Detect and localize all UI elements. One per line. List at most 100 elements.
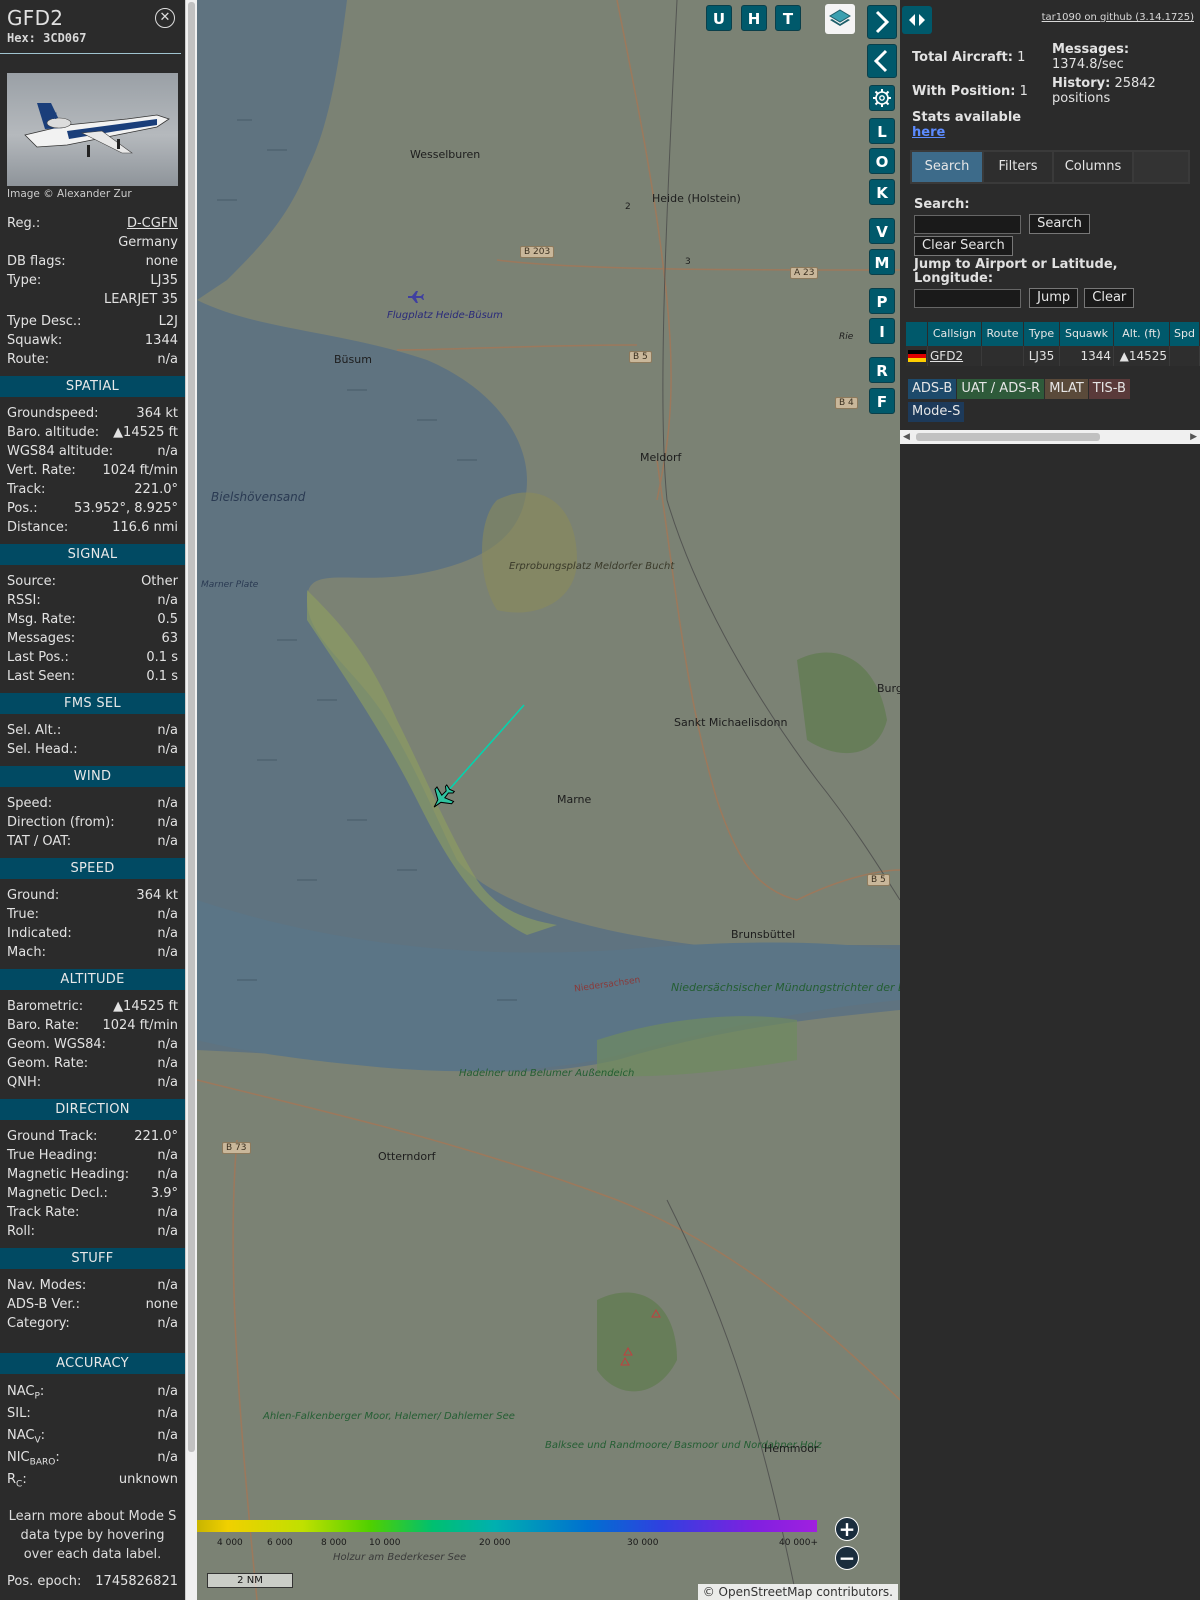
map-button-k[interactable]: K bbox=[869, 179, 895, 205]
signal-value: 0.1 s bbox=[146, 669, 178, 684]
signal-row: Msg. Rate: 0.5 bbox=[0, 610, 185, 629]
search-area: Search: Search Clear Search Jump to Airp… bbox=[914, 198, 1194, 308]
chevron-left-icon[interactable] bbox=[867, 44, 897, 78]
section-fms: FMS SEL bbox=[0, 693, 185, 714]
stuff-label: ADS-B Ver.: bbox=[7, 1297, 80, 1312]
split-arrows-icon[interactable] bbox=[902, 6, 932, 34]
info-scrollbar[interactable] bbox=[185, 0, 197, 1600]
nacp-row: NACP: n/a bbox=[0, 1381, 185, 1403]
section-speed: SPEED bbox=[0, 858, 185, 879]
zoom-in-icon[interactable]: + bbox=[835, 1517, 859, 1541]
layers-icon[interactable] bbox=[825, 4, 855, 34]
altitude-color-bar bbox=[197, 1520, 817, 1534]
search-button[interactable]: Search bbox=[1029, 214, 1090, 234]
zoom-out-icon[interactable]: − bbox=[835, 1546, 859, 1570]
nic-value: n/a bbox=[157, 1450, 178, 1465]
map-attribution[interactable]: © OpenStreetMap contributors. bbox=[697, 1584, 898, 1600]
map-button-u[interactable]: U bbox=[706, 5, 732, 31]
direction-row: Magnetic Decl.: 3.9° bbox=[0, 1184, 185, 1203]
altitude-value: n/a bbox=[157, 1056, 178, 1071]
selected-callsign: GFD2 bbox=[7, 6, 64, 30]
stats-here-link[interactable]: here bbox=[912, 125, 945, 140]
place-hemmoor: Hemmoor bbox=[764, 1442, 819, 1455]
row-callsign[interactable]: GFD2 bbox=[928, 346, 982, 366]
altitude-row: Barometric: ▲14525 ft bbox=[0, 997, 185, 1016]
direction-value: n/a bbox=[157, 1148, 178, 1163]
reg-link[interactable]: D-CGFN bbox=[127, 214, 178, 233]
aircraft-photo[interactable]: gfd bbox=[7, 73, 178, 186]
direction-label: Magnetic Heading: bbox=[7, 1167, 130, 1182]
chevron-right-icon[interactable] bbox=[867, 5, 897, 39]
road-badge-b5: B 5 bbox=[629, 351, 652, 363]
map-button-f[interactable]: F bbox=[869, 388, 895, 414]
direction-label: True Heading: bbox=[7, 1148, 98, 1163]
stuff-row: ADS-B Ver.: none bbox=[0, 1295, 185, 1314]
tab-filters[interactable]: Filters bbox=[984, 152, 1052, 182]
map-button-p[interactable]: P bbox=[869, 288, 895, 314]
spatial-label: Track: bbox=[7, 482, 46, 497]
direction-label: Ground Track: bbox=[7, 1129, 98, 1144]
clear-jump-button[interactable]: Clear bbox=[1084, 288, 1135, 308]
map-button-o[interactable]: O bbox=[869, 148, 895, 174]
place-erprobung: Erprobungsplatz Meldorfer Bucht bbox=[509, 561, 674, 572]
speed-row: True: n/a bbox=[0, 905, 185, 924]
col-squawk[interactable]: Squawk bbox=[1060, 322, 1114, 346]
wind-label: TAT / OAT: bbox=[7, 834, 72, 849]
close-icon[interactable]: ✕ bbox=[155, 8, 175, 28]
road-num-3: 3 bbox=[685, 257, 691, 267]
clear-search-button[interactable]: Clear Search bbox=[914, 236, 1013, 256]
nic-sub: BARO bbox=[29, 1457, 56, 1468]
history-stat: History: 25842 positions bbox=[1052, 76, 1192, 106]
road-num-2: 2 bbox=[625, 202, 631, 212]
table-row[interactable]: GFD2 LJ35 1344 ▲14525 bbox=[906, 346, 1200, 366]
spatial-label: Pos.: bbox=[7, 501, 38, 516]
info-scrollbar-thumb[interactable] bbox=[188, 2, 195, 1452]
reg-label: Reg.: bbox=[7, 216, 41, 231]
stuff-value: n/a bbox=[157, 1316, 178, 1331]
jump-button[interactable]: Jump bbox=[1029, 288, 1079, 308]
scroll-left-icon[interactable]: ◀ bbox=[903, 430, 910, 444]
place-mundungstrichter: Niedersächsischer Mündungstrichter der E… bbox=[671, 982, 900, 994]
map-button-v[interactable]: V bbox=[869, 218, 895, 244]
rc-text: R bbox=[7, 1472, 17, 1487]
typedesc-row: Type Desc.: L2J bbox=[0, 312, 185, 331]
map-button-t[interactable]: T bbox=[775, 5, 801, 31]
scroll-right-icon[interactable]: ▶ bbox=[1190, 430, 1197, 444]
altitude-tick-label: 10 000 bbox=[369, 1538, 401, 1548]
road-badge-b4: B 4 bbox=[835, 397, 858, 409]
table-scrollbar-thumb[interactable] bbox=[916, 433, 1100, 441]
col-altitude[interactable]: Alt. (ft) bbox=[1114, 322, 1170, 346]
map-button-h[interactable]: H bbox=[741, 5, 767, 31]
with-position-label: With Position: bbox=[912, 84, 1016, 99]
speed-label: True: bbox=[7, 907, 39, 922]
gear-icon[interactable] bbox=[869, 85, 895, 111]
map-button-m[interactable]: M bbox=[869, 249, 895, 275]
search-input[interactable] bbox=[914, 214, 1021, 234]
col-speed[interactable]: Spd bbox=[1170, 322, 1200, 346]
direction-row: Roll: n/a bbox=[0, 1222, 185, 1241]
altitude-tick-label: 30 000 bbox=[627, 1538, 659, 1548]
nic-label: NICBARO: bbox=[7, 1450, 60, 1468]
col-callsign[interactable]: Callsign bbox=[928, 322, 982, 346]
wind-value: n/a bbox=[157, 796, 178, 811]
map-button-i[interactable]: I bbox=[869, 318, 895, 344]
tab-blank[interactable] bbox=[1134, 152, 1188, 182]
place-marne: Marne bbox=[557, 793, 592, 806]
table-horizontal-scrollbar[interactable]: ◀ ▶ bbox=[900, 430, 1200, 444]
speed-label: Mach: bbox=[7, 945, 46, 960]
tab-columns[interactable]: Columns bbox=[1054, 152, 1132, 182]
altitude-label: QNH: bbox=[7, 1075, 42, 1090]
jump-input[interactable] bbox=[914, 288, 1021, 308]
col-flag[interactable] bbox=[906, 322, 928, 346]
stuff-row: Nav. Modes: n/a bbox=[0, 1276, 185, 1295]
route-value: n/a bbox=[157, 352, 178, 367]
col-route[interactable]: Route bbox=[982, 322, 1024, 346]
signal-label: Last Seen: bbox=[7, 669, 76, 684]
tab-search[interactable]: Search bbox=[912, 152, 982, 182]
map-canvas[interactable]: Wesselburen Heide (Holstein) Büsum Flugp… bbox=[197, 0, 900, 1600]
github-link[interactable]: tar1090 on github (3.14.1725) bbox=[1042, 12, 1194, 23]
map-button-r[interactable]: R bbox=[869, 357, 895, 383]
map-button-l[interactable]: L bbox=[869, 118, 895, 144]
col-type[interactable]: Type bbox=[1024, 322, 1060, 346]
altitude-row: Geom. Rate: n/a bbox=[0, 1054, 185, 1073]
